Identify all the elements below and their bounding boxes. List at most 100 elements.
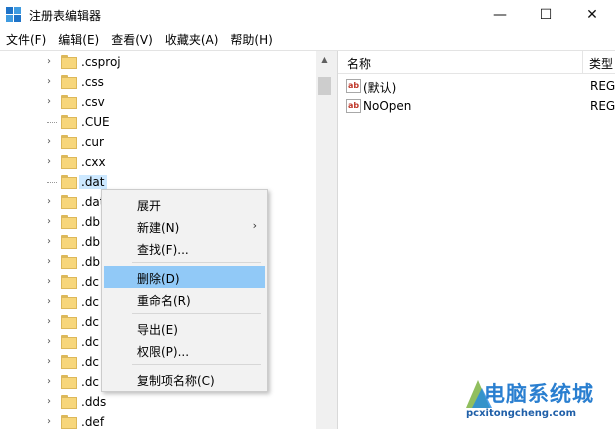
context-menu-label: 新建(N) <box>137 221 180 235</box>
column-separator[interactable] <box>582 51 583 73</box>
column-header-name[interactable]: 名称 <box>347 55 371 72</box>
chevron-right-icon[interactable]: › <box>44 395 54 409</box>
tree-item[interactable]: .CUE <box>0 112 316 132</box>
menu-help[interactable]: 帮助(H) <box>224 30 278 50</box>
site-watermark: 电脑系统城 pcxitongcheng.com <box>462 372 612 427</box>
maximize-button[interactable]: ☐ <box>523 0 569 30</box>
menu-view[interactable]: 查看(V) <box>105 30 159 50</box>
folder-icon <box>61 415 77 429</box>
tree-scrollbar[interactable]: ▲ <box>316 51 333 429</box>
tree-item-label: .dc <box>81 335 100 349</box>
chevron-right-icon[interactable]: › <box>44 275 54 289</box>
tree-item-label: .cxx <box>81 155 106 169</box>
tree-item[interactable]: › .dds <box>0 392 316 412</box>
value-type: REG <box>590 79 615 93</box>
string-value-icon: ab <box>346 99 361 113</box>
value-type: REG <box>590 99 615 113</box>
window-title: 注册表编辑器 <box>29 9 102 23</box>
tree-item-label: .db <box>81 235 101 249</box>
chevron-right-icon[interactable]: › <box>44 135 54 149</box>
list-header: 名称 类型 <box>338 51 615 74</box>
menu-edit[interactable]: 编辑(E) <box>52 30 105 50</box>
tree-item-label: .db <box>81 255 101 269</box>
close-icon: ✕ <box>586 7 598 23</box>
folder-icon <box>61 195 77 209</box>
tree-item[interactable]: › .cxx <box>0 152 316 172</box>
tree-item[interactable]: › .def <box>0 412 316 429</box>
chevron-right-icon[interactable]: › <box>44 415 54 429</box>
folder-icon <box>61 375 77 389</box>
tree-item-label: .csv <box>81 95 105 109</box>
list-item[interactable]: ab (默认) REG <box>338 76 615 96</box>
chevron-right-icon[interactable]: › <box>44 235 54 249</box>
column-header-type[interactable]: 类型 <box>589 55 613 72</box>
chevron-right-icon[interactable]: › <box>44 95 54 109</box>
tree-item-label: .dc <box>81 315 100 329</box>
list-item[interactable]: ab NoOpen REG <box>338 96 615 116</box>
tree-item[interactable]: › .cur <box>0 132 316 152</box>
folder-icon <box>61 295 77 309</box>
context-menu-new[interactable]: 新建(N) › <box>104 215 265 237</box>
folder-icon <box>61 95 77 109</box>
menu-file[interactable]: 文件(F) <box>0 30 52 50</box>
folder-icon <box>61 135 77 149</box>
chevron-right-icon[interactable]: › <box>44 355 54 369</box>
chevron-right-icon: › <box>252 219 257 232</box>
tree-item[interactable]: › .csproj <box>0 52 316 72</box>
chevron-right-icon[interactable]: › <box>44 315 54 329</box>
tree-item[interactable]: › .css <box>0 72 316 92</box>
tree-item-label: .cur <box>81 135 104 149</box>
context-menu-label: 查找(F)... <box>137 243 189 257</box>
chevron-right-icon[interactable]: › <box>44 155 54 169</box>
chevron-right-icon[interactable]: › <box>44 75 54 89</box>
context-menu-label: 展开 <box>137 199 162 213</box>
tree-item-label: .css <box>81 75 104 89</box>
context-menu-copy-key-name[interactable]: 复制项名称(C) <box>104 368 265 390</box>
tree-item-label: .dc <box>81 275 100 289</box>
folder-icon <box>61 75 77 89</box>
chevron-right-icon[interactable]: › <box>44 195 54 209</box>
tree-connector-line <box>47 182 57 183</box>
menu-favorites[interactable]: 收藏夹(A) <box>159 30 225 50</box>
value-name: NoOpen <box>363 99 412 113</box>
context-menu-find[interactable]: 查找(F)... <box>104 237 265 259</box>
scroll-thumb[interactable] <box>318 77 331 95</box>
folder-icon <box>61 175 77 189</box>
context-menu-permissions[interactable]: 权限(P)... <box>104 339 265 361</box>
minimize-button[interactable]: — <box>477 0 523 30</box>
context-menu-expand[interactable]: 展开 <box>104 193 265 215</box>
close-button[interactable]: ✕ <box>569 0 615 30</box>
context-menu-export[interactable]: 导出(E) <box>104 317 265 339</box>
context-menu-label: 权限(P)... <box>137 345 190 359</box>
chevron-right-icon[interactable]: › <box>44 215 54 229</box>
tree-item-label: .def <box>81 415 105 429</box>
chevron-right-icon[interactable]: › <box>44 295 54 309</box>
tree-connector-line <box>47 122 57 123</box>
context-menu-label: 重命名(R) <box>137 294 191 308</box>
tree-item-label: .dat <box>79 175 107 189</box>
tree-item-label: .db <box>81 215 101 229</box>
menu-bar: 文件(F) 编辑(E) 查看(V) 收藏夹(A) 帮助(H) <box>0 30 615 50</box>
context-menu-label: 导出(E) <box>137 323 178 337</box>
tree-item-label: .dc <box>81 375 100 389</box>
chevron-right-icon[interactable]: › <box>44 255 54 269</box>
tree-item-label: .csproj <box>81 55 121 69</box>
menu-separator <box>132 364 261 365</box>
chevron-right-icon[interactable]: › <box>44 335 54 349</box>
string-value-icon: ab <box>346 79 361 93</box>
watermark-text: 电脑系统城 <box>484 382 594 406</box>
folder-icon <box>61 115 77 129</box>
folder-icon <box>61 235 77 249</box>
tree-item[interactable]: › .csv <box>0 92 316 112</box>
folder-icon <box>61 395 77 409</box>
context-menu: 展开 新建(N) › 查找(F)... 删除(D) 重命名(R) 导出(E) 权… <box>101 189 268 392</box>
chevron-right-icon[interactable]: › <box>44 55 54 69</box>
scroll-up-arrow-icon[interactable]: ▲ <box>316 51 333 68</box>
folder-icon <box>61 155 77 169</box>
context-menu-rename[interactable]: 重命名(R) <box>104 288 265 310</box>
context-menu-delete[interactable]: 删除(D) <box>104 266 265 288</box>
value-name: (默认) <box>363 81 397 95</box>
chevron-right-icon[interactable]: › <box>44 375 54 389</box>
tree-item-label: .CUE <box>81 115 110 129</box>
folder-icon <box>61 335 77 349</box>
